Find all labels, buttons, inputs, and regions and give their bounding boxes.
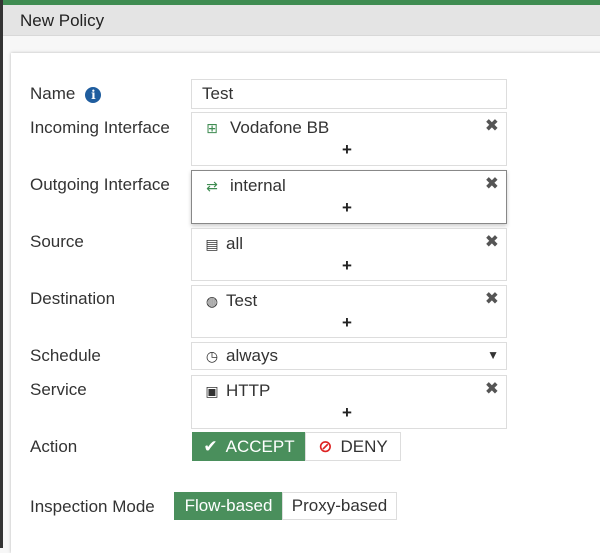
proxy-based-button[interactable]: Proxy-based: [282, 492, 397, 520]
chevron-down-icon[interactable]: ▼: [487, 348, 499, 362]
inspection-mode-label: Inspection Mode: [30, 497, 155, 517]
name-input[interactable]: Test: [191, 79, 507, 109]
service-label: Service: [30, 380, 87, 400]
add-icon[interactable]: +: [342, 198, 352, 218]
service-value: HTTP: [226, 381, 270, 401]
schedule-label: Schedule: [30, 346, 101, 366]
deny-icon: ⊘: [318, 437, 332, 457]
source-field[interactable]: ▤all ✖ +: [191, 228, 507, 281]
name-label-text: Name: [30, 84, 75, 103]
page-title: New Policy: [20, 11, 104, 31]
remove-icon[interactable]: ✖: [485, 379, 499, 399]
remove-icon[interactable]: ✖: [485, 116, 499, 136]
name-label: Namei: [30, 84, 101, 104]
service-monitor-icon: ▣: [202, 383, 222, 400]
service-field[interactable]: ▣HTTP ✖ +: [191, 375, 507, 429]
network-ports-icon: ⊞: [202, 120, 222, 137]
add-icon[interactable]: +: [342, 313, 352, 333]
source-value: all: [226, 234, 243, 254]
shuffle-interface-icon: ⇄: [202, 178, 222, 195]
destination-field[interactable]: ◍Test ✖ +: [191, 285, 507, 338]
source-label: Source: [30, 232, 84, 252]
remove-icon[interactable]: ✖: [485, 232, 499, 252]
outgoing-interface-field[interactable]: ⇄ internal ✖ +: [191, 170, 507, 224]
remove-icon[interactable]: ✖: [485, 174, 499, 194]
add-icon[interactable]: +: [342, 140, 352, 160]
page-header: New Policy: [3, 5, 600, 36]
incoming-interface-field[interactable]: ⊞ Vodafone BB ✖ +: [191, 112, 507, 166]
accept-button[interactable]: ✔ ACCEPT: [192, 432, 306, 461]
destination-value: Test: [226, 291, 257, 311]
schedule-select[interactable]: ◷always ▼: [191, 342, 507, 370]
remove-icon[interactable]: ✖: [485, 289, 499, 309]
action-label: Action: [30, 437, 77, 457]
incoming-interface-value: Vodafone BB: [230, 118, 329, 138]
destination-label: Destination: [30, 289, 115, 309]
deny-button[interactable]: ⊘ DENY: [305, 432, 401, 461]
deny-label: DENY: [341, 437, 388, 457]
name-value: Test: [202, 84, 233, 104]
outgoing-interface-value: internal: [230, 176, 286, 196]
schedule-clock-icon: ◷: [202, 348, 222, 365]
check-icon: ✔: [203, 437, 217, 457]
globe-address-icon: ◍: [202, 293, 222, 310]
address-book-icon: ▤: [202, 236, 222, 253]
schedule-value: always: [226, 346, 278, 366]
outgoing-interface-label: Outgoing Interface: [30, 175, 170, 195]
flow-based-button[interactable]: Flow-based: [174, 492, 283, 520]
add-icon[interactable]: +: [342, 403, 352, 423]
info-icon[interactable]: i: [85, 87, 101, 103]
incoming-interface-label: Incoming Interface: [30, 118, 170, 138]
accept-label: ACCEPT: [226, 437, 295, 457]
left-strip: [0, 0, 3, 548]
add-icon[interactable]: +: [342, 256, 352, 276]
